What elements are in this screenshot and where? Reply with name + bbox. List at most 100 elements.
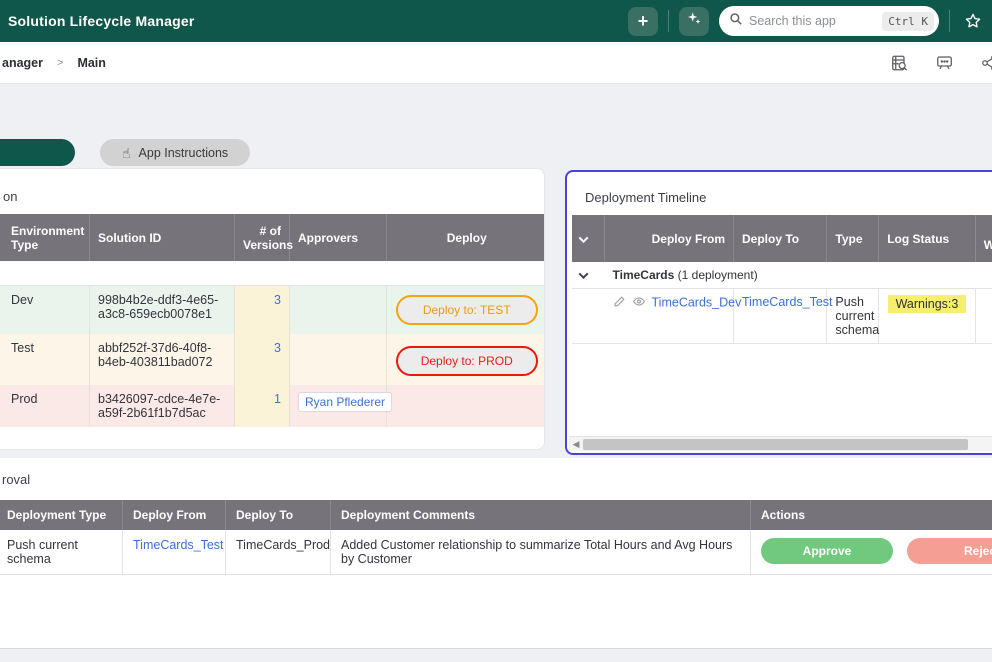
timeline-row: TimeCards_Dev TimeCards_Test Push curren… [572, 289, 992, 344]
approvers-cell: Ryan Pflederer [290, 385, 387, 427]
approval-row: Push current schema TimeCards_Test TimeC… [0, 530, 992, 575]
deploy-from-cell: TimeCards_Test [123, 530, 226, 575]
add-button[interactable]: + [628, 7, 658, 36]
group-collapse-toggle[interactable] [572, 262, 605, 289]
versions-link[interactable]: 3 [274, 293, 281, 307]
deploy-to-link[interactable]: TimeCards_Test [742, 295, 833, 309]
header-divider [668, 10, 669, 32]
col-deploy: Deploy [387, 214, 546, 261]
timeline-group-row: TimeCards (1 deployment) [572, 262, 992, 289]
warnings-badge[interactable]: Warnings:3 [888, 295, 967, 313]
environment-panel-title: on [3, 189, 17, 204]
versions-link[interactable]: 1 [274, 392, 281, 406]
col-deployment-comments: Deployment Comments [331, 500, 751, 530]
col-deploy-to: Deploy To [226, 500, 331, 530]
approval-table-header: Deployment Type Deploy From Deploy To De… [0, 500, 992, 530]
approval-table: Deployment Type Deploy From Deploy To De… [0, 500, 992, 575]
app-title: Solution Lifecycle Manager [8, 13, 194, 29]
deploy-cell [387, 385, 546, 427]
deploy-to-cell: TimeCards_Test [733, 289, 826, 344]
breadcrumb-actions [890, 42, 992, 84]
scroll-left-arrow-icon[interactable]: ◀ [569, 439, 583, 450]
edit-pencil-icon[interactable] [613, 295, 626, 311]
share-icon[interactable] [980, 54, 992, 72]
ai-assistant-button[interactable] [679, 7, 709, 36]
col-log-status: Log Status [879, 215, 975, 262]
collapse-all-toggle[interactable] [572, 215, 605, 262]
table-row-test: Test abbf252f-37d6-40f8-b4eb-403811bad07… [0, 334, 545, 385]
col-warnings: Warnings [975, 215, 992, 262]
chevron-down-icon [579, 269, 589, 279]
approver-chip[interactable]: Ryan Pflederer [298, 392, 392, 412]
env-type-cell: Test [0, 334, 90, 385]
header-divider-2 [949, 10, 950, 32]
col-environment-type: Environment Type [0, 214, 90, 261]
deploy-from-cell: TimeCards_Dev [605, 289, 734, 344]
approval-section: roval Deployment Type Deploy From Deploy… [0, 458, 992, 648]
search-input[interactable] [749, 14, 876, 28]
deployment-timeline-table: Deploy From Deploy To Type Log Status Wa… [572, 215, 992, 344]
app-search[interactable]: Ctrl K [719, 6, 939, 36]
header-actions: + Ctrl K [628, 0, 992, 42]
approve-button[interactable]: Approve [761, 538, 893, 564]
environment-panel: on Environment Type Solution ID # of Ver… [0, 168, 545, 450]
timeline-group-name: TimeCards [613, 268, 675, 282]
col-type: Type [827, 215, 879, 262]
chevron-right-icon: > [57, 57, 63, 69]
search-icon [729, 12, 743, 31]
deployment-comments-cell: Added Customer relationship to summarize… [331, 530, 751, 575]
timeline-horizontal-scrollbar[interactable]: ◀ [569, 436, 992, 451]
col-solution-id: Solution ID [90, 214, 235, 261]
deploy-to-cell: TimeCards_Prod [226, 530, 331, 575]
approvers-cell [290, 334, 387, 385]
reject-button[interactable]: Reject [907, 538, 992, 564]
env-type-cell: Prod [0, 385, 90, 427]
eye-icon[interactable] [632, 295, 646, 311]
approvers-cell [290, 286, 387, 335]
timeline-group-count: (1 deployment) [674, 268, 757, 282]
solution-id-cell: abbf252f-37d6-40f8-b4eb-403811bad072 [90, 334, 235, 385]
col-deploy-to: Deploy To [733, 215, 826, 262]
deploy-to-test-button[interactable]: Deploy to: TEST [396, 295, 538, 325]
sparkle-icon [686, 11, 702, 32]
plus-icon: + [638, 12, 649, 30]
actions-cell: Approve Reject [751, 530, 992, 575]
col-versions: # of Versions [235, 214, 290, 261]
solution-id-cell: 998b4b2e-ddf3-4e65-a3c8-659ecb0078e1 [90, 286, 235, 335]
scrollbar-thumb[interactable] [583, 439, 968, 450]
app-instructions-button[interactable]: ☝ App Instructions [100, 139, 250, 166]
report-search-icon[interactable] [890, 54, 909, 72]
timeline-group-label: TimeCards (1 deployment) [605, 262, 992, 289]
environment-table-header: Environment Type Solution ID # of Versio… [0, 214, 545, 261]
deploy-from-link[interactable]: TimeCards_Dev [652, 295, 742, 309]
col-actions: Actions [751, 500, 992, 530]
presentation-icon[interactable] [935, 54, 954, 72]
tab-main-selected[interactable] [0, 139, 75, 166]
log-status-cell: Warnings:3 [879, 289, 975, 344]
breadcrumb-current: Main [77, 56, 105, 70]
col-deploy-from: Deploy From [123, 500, 226, 530]
timeline-table-header: Deploy From Deploy To Type Log Status Wa… [572, 215, 992, 262]
table-row-prod: Prod b3426097-cdce-4e7e-a59f-2b61f1b7d5a… [0, 385, 545, 427]
env-type-cell: Dev [0, 286, 90, 335]
hand-pointer-icon: ☝ [122, 146, 131, 160]
deployment-timeline-title: Deployment Timeline [585, 190, 706, 205]
app-header: Solution Lifecycle Manager + Ctrl K [0, 0, 992, 42]
col-approvers: Approvers [290, 214, 387, 261]
deploy-to-prod-button[interactable]: Deploy to: PROD [396, 346, 538, 376]
warnings-cell [975, 289, 992, 344]
breadcrumb-bar: anager > Main [0, 42, 992, 84]
favorite-star-icon[interactable] [960, 12, 986, 30]
versions-link[interactable]: 3 [274, 341, 281, 355]
deploy-cell: Deploy to: TEST [387, 286, 546, 335]
deployment-timeline-panel: Deployment Timeline Deploy From Deploy T… [565, 170, 992, 455]
solution-id-cell: b3426097-cdce-4e7e-a59f-2b61f1b7d5ac [90, 385, 235, 427]
breadcrumb-parent[interactable]: anager [2, 56, 43, 70]
row-spacer-cell [572, 289, 605, 344]
deploy-cell: Deploy to: PROD [387, 334, 546, 385]
deployment-type-cell: Push current schema [0, 530, 123, 575]
type-cell: Push current schema [827, 289, 879, 344]
deploy-from-link[interactable]: TimeCards_Test [133, 538, 224, 552]
environment-group-row: ronment) [0, 261, 545, 286]
table-row-dev: Dev 998b4b2e-ddf3-4e65-a3c8-659ecb0078e1… [0, 286, 545, 335]
